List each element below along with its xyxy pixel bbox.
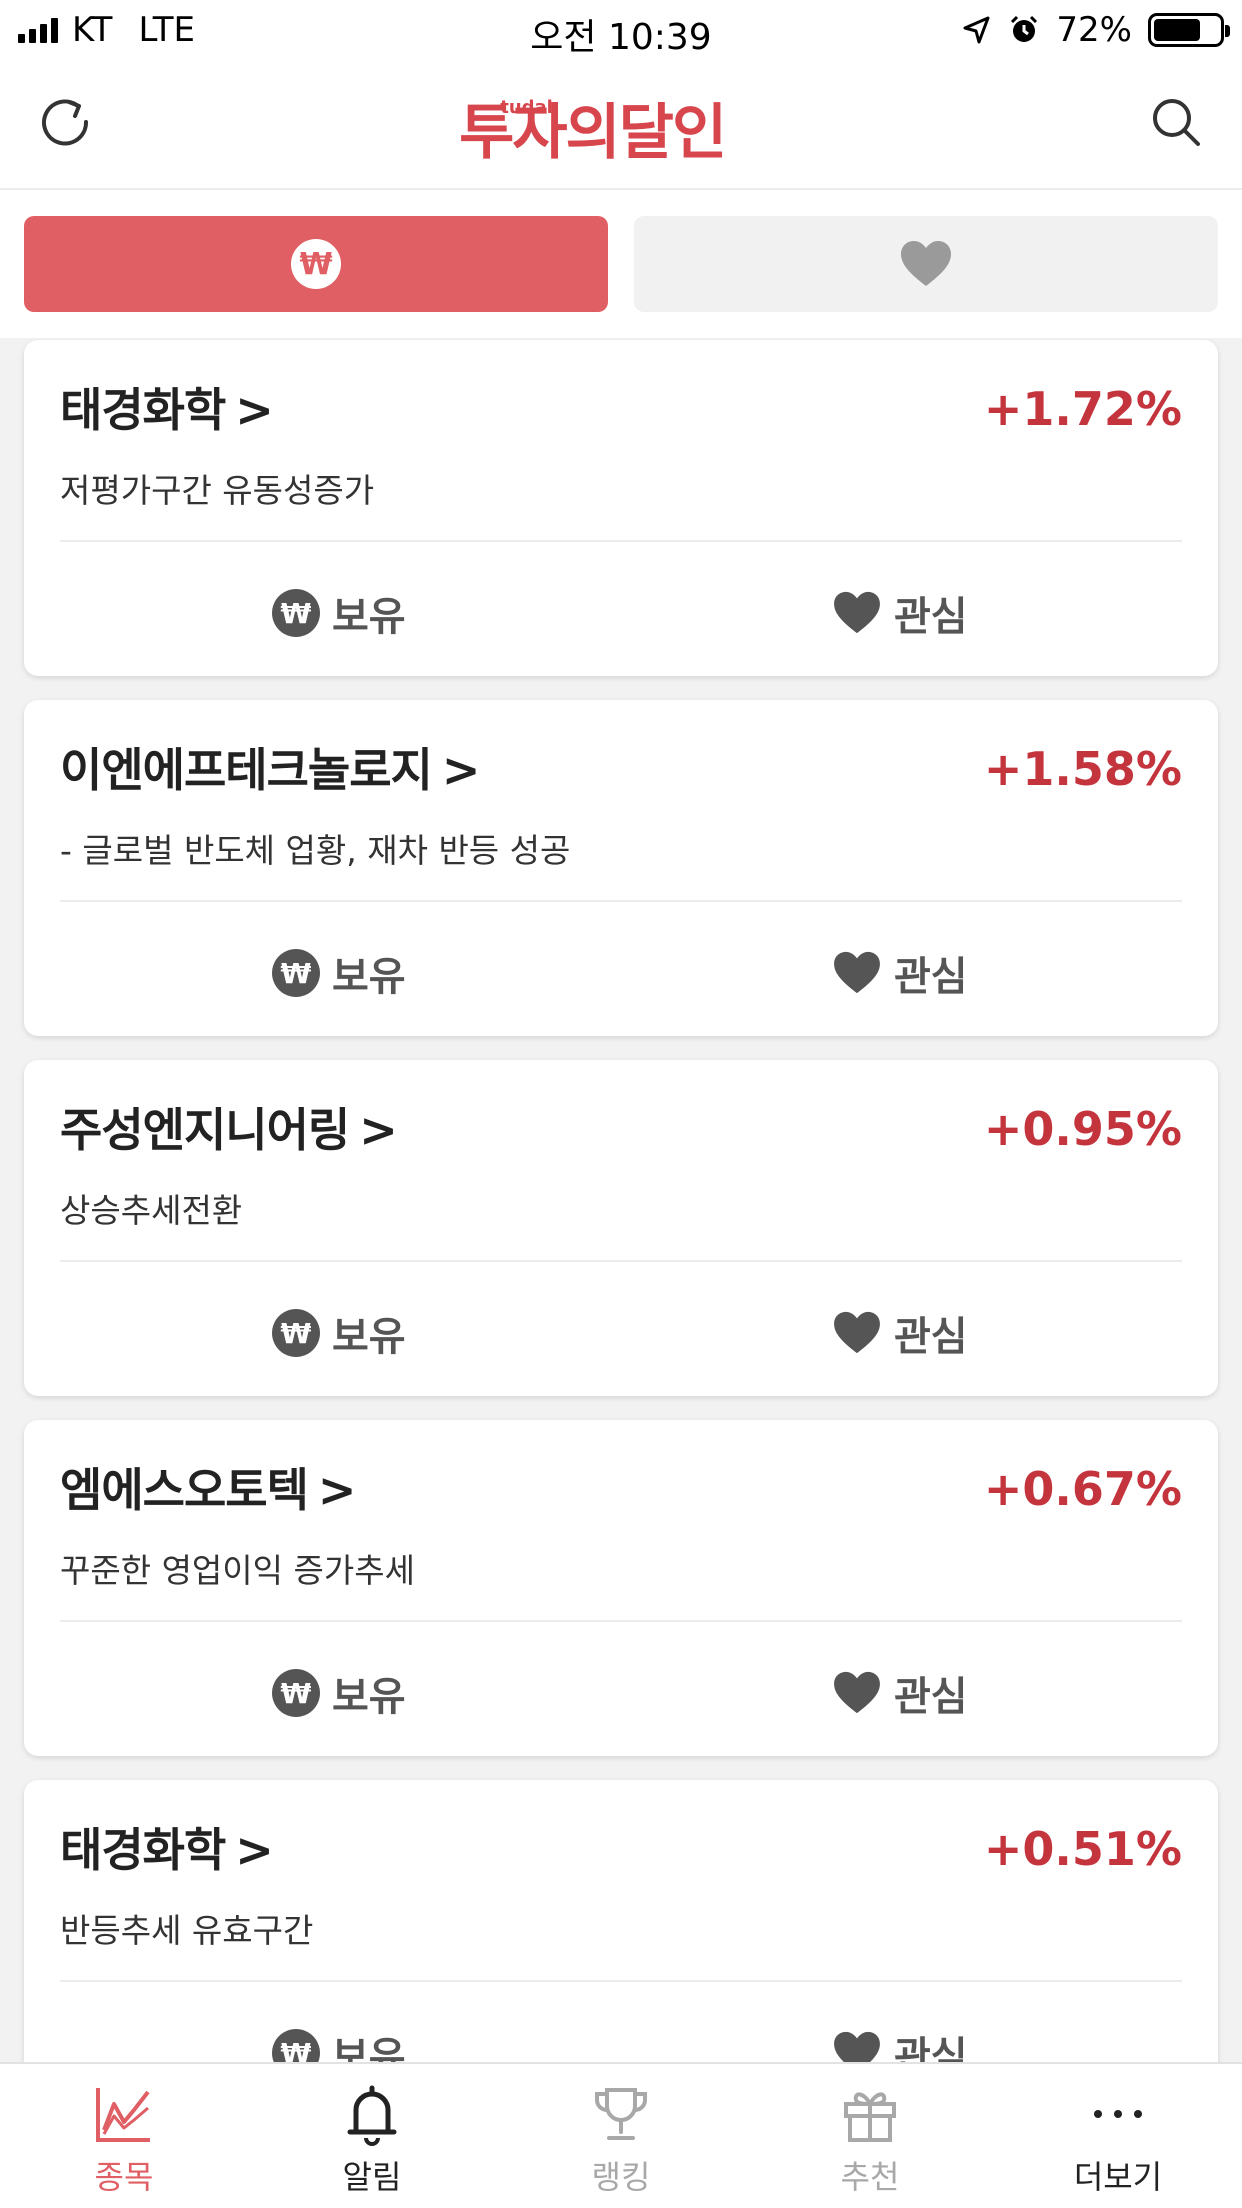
stock-description: 꾸준한 영업이익 증가추세 bbox=[60, 1551, 415, 1590]
stock-list: 태경화학 > +1.72% 저평가구간 유동성증가 ₩ 보유 관심 이엔에프테크놀로… bbox=[0, 338, 1242, 2062]
stock-change: +1.72% bbox=[983, 382, 1182, 436]
favorite-label: 관심 bbox=[894, 1314, 968, 1360]
nav-item-more[interactable]: 더보기 bbox=[1018, 2082, 1218, 2198]
favorite-label: 관심 bbox=[894, 594, 968, 640]
nav-label-ranking: 랭킹 bbox=[591, 2158, 651, 2196]
card-divider bbox=[60, 540, 1182, 542]
heart-icon bbox=[834, 2031, 880, 2062]
nav-label-stocks: 종목 bbox=[94, 2158, 154, 2196]
bottom-nav: 종목 알림 랭킹 추천 더보기 bbox=[0, 2062, 1242, 2208]
trophy-icon bbox=[595, 2088, 647, 2140]
chevron-right-icon: > bbox=[235, 1823, 274, 1877]
chart-icon bbox=[96, 2088, 150, 2142]
status-right: 72% bbox=[962, 10, 1230, 50]
hold-label: 보유 bbox=[332, 954, 406, 1000]
won-icon: ₩ bbox=[272, 949, 320, 997]
stock-change: +0.67% bbox=[983, 1462, 1182, 1516]
logo-subtext: tudal bbox=[500, 97, 553, 118]
gift-icon bbox=[844, 2092, 896, 2142]
favorite-button[interactable]: 관심 bbox=[832, 944, 968, 1002]
favorite-label: 관심 bbox=[894, 2034, 968, 2062]
stock-card[interactable]: 이엔에프테크놀로지 > +1.58% - 글로벌 반도체 업황, 재차 반등 성공… bbox=[24, 700, 1218, 1036]
stock-name-link[interactable]: 태경화학 > bbox=[60, 374, 274, 440]
won-icon: ₩ bbox=[272, 2029, 320, 2062]
more-icon bbox=[1094, 2110, 1142, 2118]
stock-name: 엠에스오토텍 bbox=[60, 1463, 309, 1517]
location-arrow-icon bbox=[963, 16, 990, 44]
hold-button[interactable]: ₩ 보유 bbox=[272, 584, 406, 642]
nav-label-recommend: 추천 bbox=[840, 2158, 900, 2196]
won-icon: ₩ bbox=[272, 1309, 320, 1357]
heart-icon bbox=[901, 241, 951, 286]
stock-description: - 글로벌 반도체 업황, 재차 반등 성공 bbox=[60, 831, 571, 870]
chevron-right-icon: > bbox=[359, 1103, 398, 1157]
hold-label: 보유 bbox=[332, 594, 406, 640]
heart-icon bbox=[834, 1311, 880, 1354]
nav-item-stocks[interactable]: 종목 bbox=[24, 2082, 224, 2198]
stock-card[interactable]: 태경화학 > +0.51% 반등추세 유효구간 ₩ 보유 관심 bbox=[24, 1780, 1218, 2062]
stock-change: +1.58% bbox=[983, 742, 1182, 796]
chevron-right-icon: > bbox=[235, 383, 274, 437]
hold-label: 보유 bbox=[332, 2034, 406, 2062]
hold-button[interactable]: ₩ 보유 bbox=[272, 1304, 406, 1362]
hold-label: 보유 bbox=[332, 1314, 406, 1360]
heart-icon bbox=[834, 591, 880, 634]
favorite-button[interactable]: 관심 bbox=[832, 1664, 968, 1722]
chevron-right-icon: > bbox=[441, 743, 481, 797]
favorite-label: 관심 bbox=[894, 1674, 968, 1720]
won-icon: ₩ bbox=[272, 589, 320, 637]
nav-item-ranking[interactable]: 랭킹 bbox=[521, 2082, 721, 2198]
stock-change: +0.95% bbox=[983, 1102, 1182, 1156]
status-bar: KT LTE 오전 10:39 72% bbox=[0, 0, 1242, 62]
battery-icon bbox=[1148, 13, 1230, 47]
tab-favorites[interactable] bbox=[634, 216, 1218, 312]
stock-card[interactable]: 엠에스오토텍 > +0.67% 꾸준한 영업이익 증가추세 ₩ 보유 관심 bbox=[24, 1420, 1218, 1756]
stock-name: 태경화학 bbox=[60, 383, 226, 437]
heart-icon bbox=[834, 1671, 880, 1714]
card-divider bbox=[60, 1980, 1182, 1982]
stock-name-link[interactable]: 주성엔지니어링 > bbox=[60, 1094, 398, 1160]
hold-button[interactable]: ₩ 보유 bbox=[272, 944, 406, 1002]
won-icon: ₩ bbox=[272, 1669, 320, 1717]
stock-change: +0.51% bbox=[983, 1822, 1182, 1876]
stock-description: 상승추세전환 bbox=[60, 1191, 243, 1230]
app-header: 투자의달인 tudal bbox=[0, 62, 1242, 190]
chevron-right-icon: > bbox=[317, 1463, 357, 1517]
stock-name-link[interactable]: 이엔에프테크놀로지 > bbox=[60, 734, 481, 800]
nav-item-alerts[interactable]: 알림 bbox=[272, 2082, 472, 2198]
nav-label-alerts: 알림 bbox=[342, 2158, 402, 2196]
card-divider bbox=[60, 1620, 1182, 1622]
favorite-button[interactable]: 관심 bbox=[832, 584, 968, 642]
stock-description: 반등추세 유효구간 bbox=[60, 1911, 314, 1950]
hold-button[interactable]: ₩ 보유 bbox=[272, 2024, 406, 2062]
card-divider bbox=[60, 1260, 1182, 1262]
stock-name: 이엔에프테크놀로지 bbox=[60, 743, 433, 797]
won-icon: ₩ bbox=[291, 239, 341, 289]
app-logo: 투자의달인 tudal bbox=[0, 84, 1242, 171]
alarm-icon bbox=[1011, 15, 1038, 42]
stock-description: 저평가구간 유동성증가 bbox=[60, 471, 375, 510]
favorite-button[interactable]: 관심 bbox=[832, 1304, 968, 1362]
stock-name-link[interactable]: 태경화학 > bbox=[60, 1814, 274, 1880]
hold-label: 보유 bbox=[332, 1674, 406, 1720]
favorite-label: 관심 bbox=[894, 954, 968, 1000]
stock-card[interactable]: 태경화학 > +1.72% 저평가구간 유동성증가 ₩ 보유 관심 bbox=[24, 340, 1218, 676]
heart-icon bbox=[834, 951, 880, 994]
card-divider bbox=[60, 900, 1182, 902]
nav-item-recommend[interactable]: 추천 bbox=[770, 2082, 970, 2198]
tab-holdings[interactable]: ₩ bbox=[24, 216, 608, 312]
search-icon[interactable] bbox=[1146, 92, 1206, 152]
stock-name-link[interactable]: 엠에스오토텍 > bbox=[60, 1454, 357, 1520]
stock-name: 주성엔지니어링 bbox=[60, 1103, 350, 1157]
segment-tabs: ₩ bbox=[0, 190, 1242, 338]
hold-button[interactable]: ₩ 보유 bbox=[272, 1664, 406, 1722]
battery-percent: 72% bbox=[1056, 10, 1132, 50]
bell-icon bbox=[347, 2085, 397, 2146]
stock-card[interactable]: 주성엔지니어링 > +0.95% 상승추세전환 ₩ 보유 관심 bbox=[24, 1060, 1218, 1396]
favorite-button[interactable]: 관심 bbox=[832, 2024, 968, 2062]
nav-label-more: 더보기 bbox=[1073, 2158, 1163, 2196]
stock-name: 태경화학 bbox=[60, 1823, 226, 1877]
